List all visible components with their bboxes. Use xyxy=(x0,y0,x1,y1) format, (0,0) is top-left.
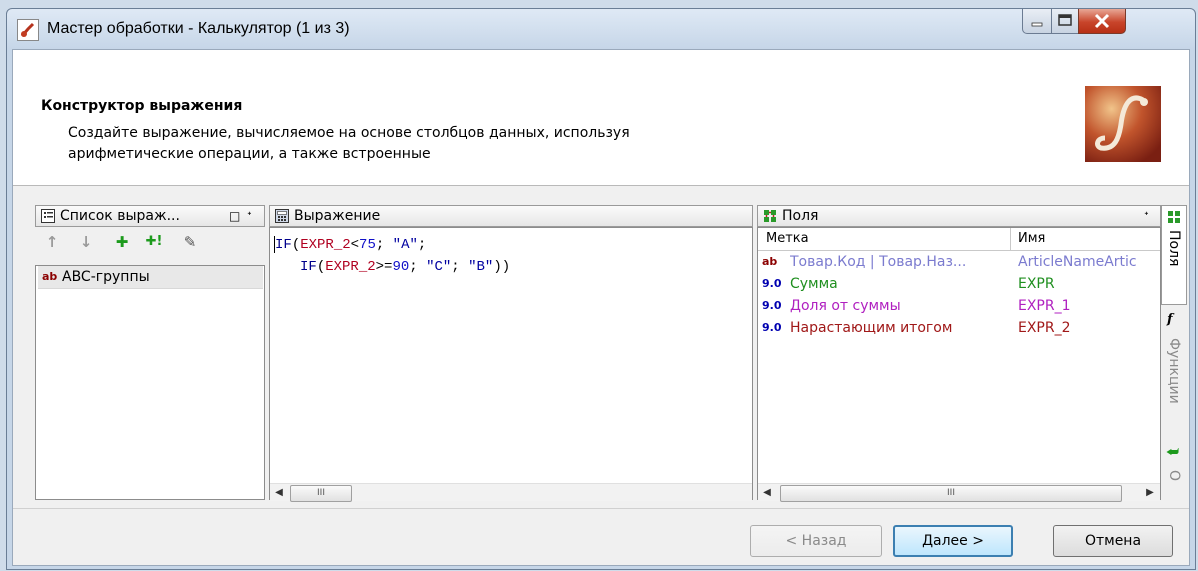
fields-panel-header: Поля ᐩ xyxy=(757,205,1161,227)
wizard-client-area: Конструктор выражения Создайте выражение… xyxy=(12,49,1190,566)
expr-list-title: Список выраж... xyxy=(60,208,180,224)
expr-list-toolbar: ↑ ↓ ✚ ✚! ✎ xyxy=(35,227,265,265)
move-down-icon[interactable]: ↓ xyxy=(77,233,95,251)
expr-item-label: ABC-группы xyxy=(62,269,150,285)
number-type-icon: 9.0 xyxy=(762,277,782,290)
title-bar[interactable]: Мастер обработки - Калькулятор (1 из 3) xyxy=(7,9,1195,49)
scroll-right-icon[interactable]: ▶ xyxy=(1143,486,1157,499)
list-icon xyxy=(41,209,55,223)
calculator-logo-icon xyxy=(1085,86,1161,162)
field-label: Доля от суммы xyxy=(790,298,901,314)
add-copy-icon[interactable]: ✚! xyxy=(145,233,163,251)
arrow-icon: ⮨ xyxy=(1166,444,1180,460)
expression-editor[interactable]: IF(EXPR_2<75; "A"; IF(EXPR_2>=90; "C"; "… xyxy=(269,227,753,502)
cancel-button[interactable]: Отмена xyxy=(1053,525,1173,557)
wizard-header: Конструктор выражения Создайте выражение… xyxy=(13,50,1189,186)
app-icon xyxy=(17,19,39,41)
table-row[interactable]: 9.0 Доля от суммы EXPR_1 xyxy=(758,296,1160,318)
calculator-icon xyxy=(275,209,289,223)
header-description: Создайте выражение, вычисляемое на основ… xyxy=(68,125,630,162)
maximize-button[interactable] xyxy=(1051,9,1079,34)
expression-line-1: IF(EXPR_2<75; "A"; xyxy=(275,237,427,253)
next-button[interactable]: Далее > xyxy=(893,525,1013,557)
scroll-left-icon[interactable]: ◀ xyxy=(272,486,286,499)
field-label: Нарастающим итогом xyxy=(790,320,953,336)
table-row[interactable]: 9.0 Сумма EXPR xyxy=(758,274,1160,296)
scroll-left-icon[interactable]: ◀ xyxy=(760,486,774,499)
pin-icon[interactable]: ᐩ xyxy=(1144,206,1149,226)
field-label: Сумма xyxy=(790,276,838,292)
tab-fields[interactable]: Поля xyxy=(1161,205,1187,305)
fields-title: Поля xyxy=(782,208,819,224)
fields-icon xyxy=(1167,210,1181,228)
text-type-icon: ab xyxy=(42,270,58,283)
tab-other[interactable]: ⮨ О xyxy=(1161,442,1187,502)
pin-icon[interactable]: ᐩ xyxy=(247,206,252,226)
tab-other-label: О xyxy=(1166,470,1182,482)
field-name: ArticleNameArtic xyxy=(1018,254,1137,270)
tab-fields-label: Поля xyxy=(1166,230,1182,267)
number-type-icon: 9.0 xyxy=(762,321,782,334)
fields-hscrollbar[interactable]: ◀ III ▶ xyxy=(758,483,1160,502)
field-label: Товар.Код | Товар.Наз... xyxy=(790,254,967,270)
fields-list: Метка Имя ab Товар.Код | Товар.Наз... Ar… xyxy=(757,227,1161,502)
fields-icon xyxy=(763,209,777,223)
function-icon: f xyxy=(1167,312,1173,327)
fields-column-headers: Метка Имя xyxy=(758,228,1160,251)
edit-pencil-icon[interactable]: ✎ xyxy=(181,233,199,251)
field-name: EXPR xyxy=(1018,276,1055,292)
field-name: EXPR_1 xyxy=(1018,298,1071,314)
footer-divider xyxy=(13,508,1189,509)
expression-line-2: IF(EXPR_2>=90; "C"; "B")) xyxy=(300,259,511,275)
table-row[interactable]: 9.0 Нарастающим итогом EXPR_2 xyxy=(758,318,1160,340)
expression-title: Выражение xyxy=(294,208,381,224)
text-cursor xyxy=(274,236,275,253)
move-up-icon[interactable]: ↑ xyxy=(43,233,61,251)
add-icon[interactable]: ✚ xyxy=(113,233,131,251)
text-type-icon: ab xyxy=(762,255,778,268)
expression-hscrollbar[interactable]: ◀ III xyxy=(270,483,752,502)
wizard-window: Мастер обработки - Калькулятор (1 из 3) … xyxy=(6,8,1196,570)
field-name: EXPR_2 xyxy=(1018,320,1071,336)
back-button[interactable]: < Назад xyxy=(750,525,882,557)
minimize-button[interactable] xyxy=(1022,9,1052,34)
window-title: Мастер обработки - Калькулятор (1 из 3) xyxy=(47,20,350,37)
column-header-label[interactable]: Метка xyxy=(766,231,809,246)
table-row[interactable]: ab Товар.Код | Товар.Наз... ArticleNameA… xyxy=(758,252,1160,274)
float-icon[interactable]: □ xyxy=(229,206,240,226)
number-type-icon: 9.0 xyxy=(762,299,782,312)
expr-list-panel-header: Список выраж... □ ᐩ xyxy=(35,205,265,227)
column-header-name[interactable]: Имя xyxy=(1018,231,1045,246)
column-divider[interactable] xyxy=(1010,228,1011,250)
expression-panel-header: Выражение xyxy=(269,205,753,227)
close-button[interactable] xyxy=(1078,9,1126,34)
scroll-thumb[interactable]: III xyxy=(290,485,352,502)
tab-functions-label: Функции xyxy=(1166,338,1182,404)
list-item[interactable]: ab ABC-группы xyxy=(38,266,263,289)
scroll-thumb[interactable]: III xyxy=(780,485,1122,502)
header-title: Конструктор выражения xyxy=(41,98,243,114)
tab-functions[interactable]: f Функции xyxy=(1161,310,1187,428)
expr-list-box: ab ABC-группы xyxy=(35,265,265,500)
